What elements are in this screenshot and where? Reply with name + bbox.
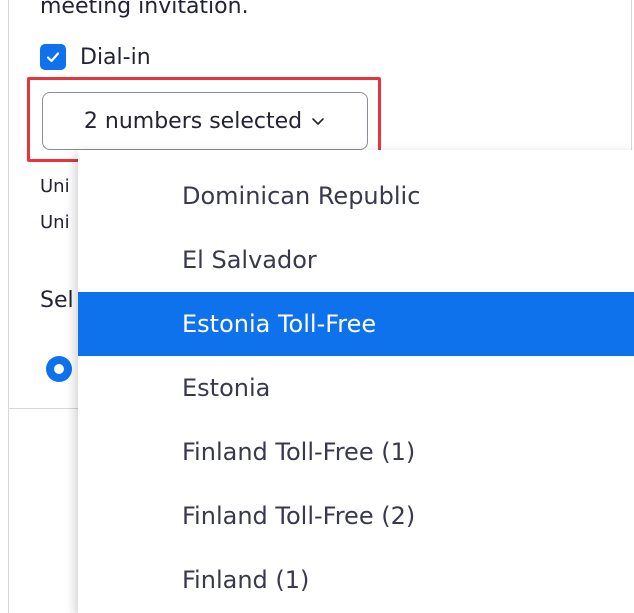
radio-button[interactable] [46, 356, 72, 382]
dropdown-option[interactable]: El Salvador [78, 228, 634, 292]
numbers-select[interactable]: 2 numbers selected [42, 92, 368, 150]
dialin-option[interactable]: Dial-in [40, 42, 151, 72]
dropdown-option[interactable]: Estonia [78, 356, 634, 420]
dropdown-option[interactable]: Finland Toll-Free (1) [78, 420, 634, 484]
dropdown-option[interactable]: Estonia Toll-Free [78, 292, 634, 356]
divider [8, 408, 78, 409]
check-icon [46, 52, 60, 63]
dropdown-option[interactable]: Dominican Republic [78, 164, 634, 228]
country-line-2: Uni [40, 212, 70, 233]
invitation-text: meeting invitation. [40, 0, 249, 19]
country-line-1: Uni [40, 176, 70, 197]
section-label: Sel [40, 288, 74, 313]
numbers-dropdown: Dominican Republic El Salvador Estonia Tol… [78, 150, 634, 613]
radio-dot [54, 364, 64, 374]
dropdown-option[interactable]: Finland (1) [78, 548, 634, 612]
dialin-label: Dial-in [80, 44, 151, 70]
dropdown-list: Dominican Republic El Salvador Estonia Tol… [78, 150, 634, 612]
chevron-down-icon [310, 113, 326, 129]
dropdown-option[interactable]: Finland Toll-Free (2) [78, 484, 634, 548]
dialin-checkbox[interactable] [40, 44, 66, 70]
numbers-select-label: 2 numbers selected [83, 108, 303, 134]
